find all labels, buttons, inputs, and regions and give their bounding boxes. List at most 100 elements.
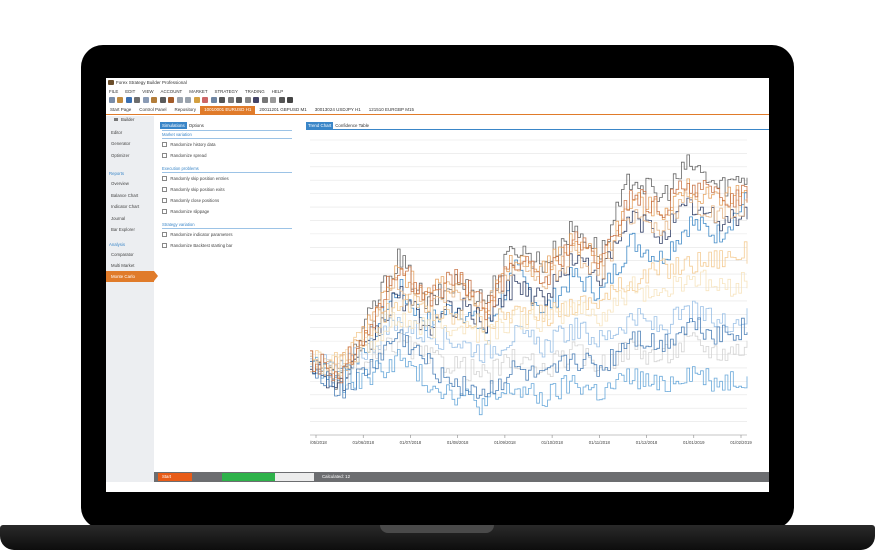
checkbox-box[interactable] [162, 243, 168, 249]
sidebar-item-optimizer[interactable]: Optimizer [111, 153, 129, 158]
indicator-icon[interactable] [253, 97, 259, 103]
section-divider [162, 228, 292, 229]
section-strategy-variation: Strategy variation [162, 222, 195, 227]
sidebar-item-generator[interactable]: Generator [111, 141, 130, 146]
list-icon[interactable] [244, 97, 251, 103]
checkbox-randomize-spread[interactable]: Randomize spread [162, 153, 206, 159]
x-tick-label: 01/06/2018 [352, 440, 374, 445]
calculated-label: Calculated: 12 [322, 474, 351, 479]
x-tick-label: 01/08/2018 [447, 440, 469, 445]
sidebar-item-multi-market[interactable]: Multi Market [111, 263, 134, 268]
checkbox-label: Randomize slippage [170, 209, 210, 215]
tab-eurgbp-m15[interactable]: 121510 EURGBP M15 [365, 106, 418, 114]
checkbox-box[interactable] [162, 232, 168, 238]
tab-trend-chart[interactable]: Trend Chart [306, 122, 334, 129]
new-icon[interactable] [108, 97, 115, 103]
checkbox-skip-exits[interactable]: Randomly skip position exits [162, 187, 225, 193]
x-tick-label: 01/10/2018 [541, 440, 563, 445]
image-icon[interactable] [278, 97, 285, 103]
menu-edit[interactable]: EDIT [125, 89, 135, 94]
tab-start-page[interactable]: Start Page [106, 106, 135, 114]
options-divider [162, 130, 292, 131]
sidebar-item-balance-chart[interactable]: Balance Chart [111, 193, 138, 198]
sidebar-item-journal[interactable]: Journal [111, 216, 125, 221]
section-execution-problems: Execution problems [162, 166, 199, 171]
remove-icon[interactable] [202, 97, 208, 103]
menu-trading[interactable]: TRADING [245, 89, 265, 94]
checkbox-label: Randomize Backtest starting bar [170, 243, 233, 249]
checkbox-box[interactable] [162, 187, 168, 193]
trend-chart: 01/05/2018 01/06/2018 01/07/2018 01/08/2018… [305, 136, 769, 466]
menu-strategy[interactable]: STRATEGY [215, 89, 238, 94]
redo-icon[interactable] [185, 97, 191, 103]
menu-help[interactable]: HELP [272, 89, 283, 94]
tab-usdjpy-h1[interactable]: 30013024 USDJPY H1 [311, 106, 365, 114]
status-bar: Start Calculated: 12 [154, 472, 769, 482]
camera-icon[interactable] [227, 97, 234, 103]
save-all-icon[interactable] [134, 97, 140, 103]
checkbox-randomize-backtest-start[interactable]: Randomize Backtest starting bar [162, 243, 233, 249]
copy-icon[interactable] [142, 97, 149, 103]
document-tabs: Start Page Control Panel Repository 1001… [106, 106, 769, 115]
align-icon[interactable] [270, 97, 276, 103]
checkbox-skip-entries[interactable]: Randomly skip position entries [162, 176, 229, 182]
start-button[interactable]: Start [158, 473, 192, 481]
report-icon[interactable] [261, 97, 268, 103]
settings-icon[interactable] [236, 97, 242, 103]
paste-icon[interactable] [151, 97, 157, 103]
sidebar-item-builder[interactable]: Builder [106, 116, 154, 123]
sidebar-item-bar-explorer[interactable]: Bar Explorer [111, 227, 135, 232]
checkbox-box[interactable] [162, 142, 168, 148]
open-icon[interactable] [117, 97, 123, 103]
menu-file[interactable]: FILE [109, 89, 118, 94]
checkbox-label: Randomly skip position exits [170, 187, 225, 193]
save-icon[interactable] [125, 97, 132, 103]
menu-bar: FILE EDIT VIEW ACCOUNT MARKET STRATEGY T… [106, 87, 769, 95]
sidebar-item-comparator[interactable]: Comparator [111, 252, 134, 257]
sidebar-item-indicator-chart[interactable]: Indicator Chart [111, 204, 139, 209]
tab-control-panel[interactable]: Control Panel [135, 106, 170, 114]
tab-options[interactable]: Options [187, 122, 206, 129]
checkbox-box[interactable] [162, 209, 168, 215]
checkbox-label: Randomly skip position entries [170, 176, 229, 182]
sidebar-item-overview[interactable]: Overview [111, 181, 129, 186]
menu-view[interactable]: VIEW [142, 89, 153, 94]
tab-eurusd-h1[interactable]: 10010001 EURUSD H1 [200, 106, 256, 114]
checkbox-close-positions[interactable]: Randomly close positions [162, 198, 219, 204]
laptop-notch [380, 525, 494, 533]
checkbox-randomize-slippage[interactable]: Randomize slippage [162, 209, 210, 215]
view-icon[interactable] [287, 97, 293, 103]
tab-simulations[interactable]: Simulations [160, 122, 187, 129]
cut-icon[interactable] [159, 97, 166, 103]
sidebar: Builder Editor Generator Optimizer Repor… [106, 116, 158, 492]
checkbox-box[interactable] [162, 198, 168, 204]
chart-tabs-underline [306, 129, 769, 130]
tab-gbpusd-m1[interactable]: 20011201 GBPUSD M1 [255, 106, 310, 114]
app-window: Forex Strategy Builder Professional FILE… [106, 78, 769, 492]
tab-repository[interactable]: Repository [171, 106, 201, 114]
progress-fill [222, 473, 276, 481]
options-tabs: Simulations Options [160, 122, 206, 129]
x-tick-label: 01/07/2018 [400, 440, 422, 445]
x-tick-label: 01/05/2018 [310, 440, 327, 445]
x-tick-label: 01/12/2018 [636, 440, 658, 445]
sidebar-section-reports: Reports [109, 171, 125, 176]
builder-label: Builder [121, 117, 135, 122]
checkbox-box[interactable] [162, 176, 168, 182]
app-icon [108, 80, 114, 85]
toolbar [106, 95, 769, 105]
chart-icon[interactable] [219, 97, 225, 103]
checkbox-box[interactable] [162, 153, 168, 159]
home-icon[interactable] [210, 97, 217, 103]
checkbox-randomize-history-data[interactable]: Randomize history data [162, 142, 216, 148]
undo-icon[interactable] [176, 97, 183, 103]
tab-confidence-table[interactable]: Confidence Table [333, 122, 371, 129]
menu-market[interactable]: MARKET [189, 89, 207, 94]
strategy-icon[interactable] [168, 97, 174, 103]
add-icon[interactable] [193, 97, 200, 103]
menu-account[interactable]: ACCOUNT [161, 89, 183, 94]
checkbox-randomize-indicator-parameters[interactable]: Randomize indicator parameters [162, 232, 233, 238]
sidebar-item-monte-carlo[interactable]: Monte Carlo [106, 271, 158, 282]
checkbox-label: Randomize history data [170, 142, 216, 148]
sidebar-item-editor[interactable]: Editor [111, 130, 122, 135]
